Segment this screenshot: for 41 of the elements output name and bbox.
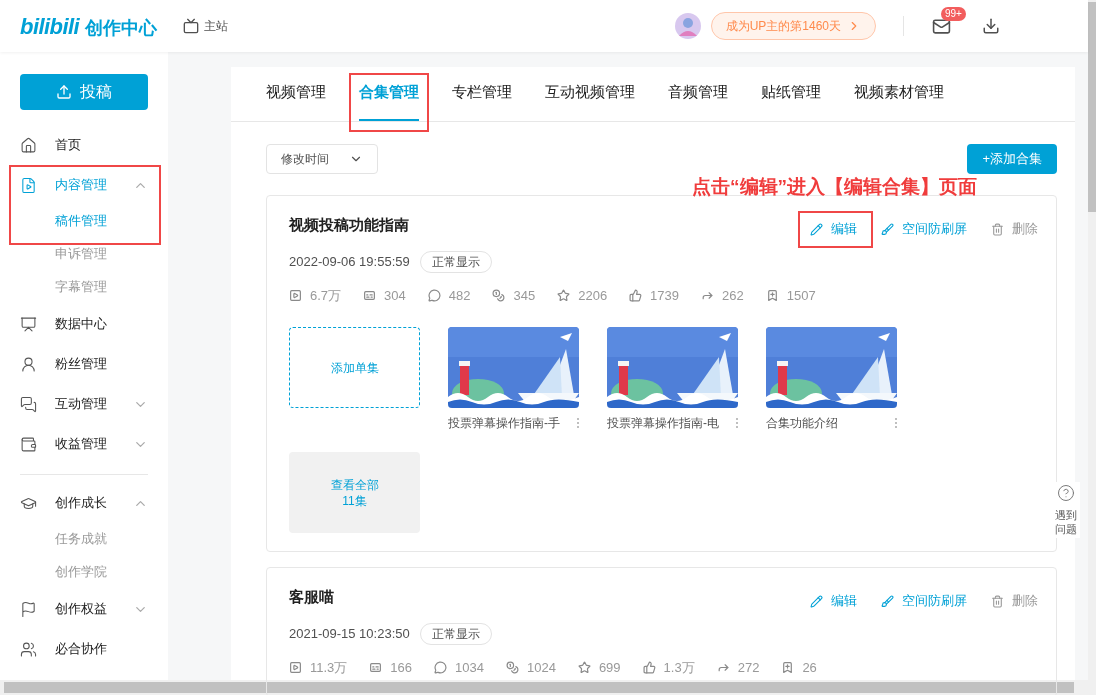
sidebar-item[interactable]: 数据中心 — [0, 304, 168, 344]
stat-value: 1507 — [786, 286, 816, 305]
tab[interactable]: 音频管理 — [668, 67, 728, 121]
stat-value: 166 — [390, 659, 413, 677]
stat-value: 482 — [448, 286, 471, 305]
stat-value: 304 — [384, 286, 406, 305]
stat-value: 262 — [722, 286, 744, 305]
sidebar-item[interactable]: 收益管理 — [0, 424, 168, 464]
main-site-link[interactable]: 主站 — [183, 17, 229, 35]
tab[interactable]: 视频素材管理 — [854, 67, 944, 121]
episode-title[interactable]: 合集功能介绍 — [766, 414, 894, 433]
stat-value: 1.3万 — [663, 659, 695, 677]
sidebar-item[interactable]: 互动管理 — [0, 384, 168, 424]
sidebar-item[interactable]: 创作权益 — [0, 589, 168, 629]
stat-value: 1024 — [526, 659, 556, 677]
sidebar-item[interactable]: 创作成长 — [0, 483, 168, 523]
unread-badge: 99+ — [941, 6, 966, 21]
stat-value: 699 — [598, 659, 621, 677]
sidebar-item[interactable]: 必合协作 — [0, 629, 168, 669]
stat-value: 2206 — [578, 286, 608, 305]
stat-value: 272 — [737, 659, 760, 677]
collection-date: 2022-09-06 19:55:59 — [289, 253, 410, 271]
episode-title[interactable]: 投票弹幕操作指南-电 — [607, 414, 735, 433]
tab[interactable]: 视频管理 — [266, 67, 326, 121]
stat-value: 6.7万 — [310, 286, 342, 305]
sidebar-item[interactable]: 首页 — [0, 125, 168, 165]
sort-dropdown[interactable]: 修改时间 — [266, 144, 378, 174]
tab[interactable]: 互动视频管理 — [545, 67, 635, 121]
stat-value: 345 — [513, 286, 536, 305]
stat-value: 1739 — [650, 286, 680, 305]
tab[interactable]: 贴纸管理 — [761, 67, 821, 121]
stat-value: 26 — [802, 659, 817, 677]
collection-title: 视频投稿功能指南 — [289, 215, 410, 236]
stat-value: 11.3万 — [310, 659, 348, 677]
stat-value: 1034 — [455, 659, 484, 677]
collection-title: 客服喵 — [289, 587, 335, 608]
episode-title[interactable]: 投票弹幕操作指南-手 — [448, 414, 576, 433]
annotation-text: 点击“编辑”进入【编辑合集】页面 — [692, 175, 977, 199]
tab[interactable]: 专栏管理 — [452, 67, 512, 121]
collection-date: 2021-09-15 10:23:50 — [289, 625, 410, 644]
sidebar-item[interactable]: 粉丝管理 — [0, 344, 168, 384]
